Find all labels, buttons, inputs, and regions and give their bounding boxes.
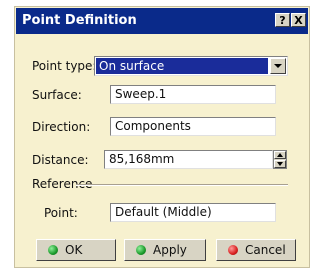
apply-button-label: Apply bbox=[153, 243, 187, 257]
surface-field[interactable]: Sweep.1 bbox=[110, 85, 276, 104]
reference-group-divider bbox=[76, 184, 288, 186]
dialog-title: Point Definition bbox=[22, 13, 137, 28]
surface-label: Surface: bbox=[32, 88, 82, 102]
cancel-button[interactable]: Cancel bbox=[216, 239, 296, 261]
apply-button[interactable]: Apply bbox=[124, 239, 206, 261]
reference-point-label: Point: bbox=[44, 206, 78, 220]
arrow-down-icon bbox=[277, 162, 283, 166]
point-type-value: On surface bbox=[96, 58, 268, 74]
cancel-button-label: Cancel bbox=[245, 243, 286, 257]
green-dot-icon bbox=[136, 245, 146, 255]
distance-label: Distance: bbox=[32, 153, 89, 167]
green-dot-icon bbox=[48, 245, 58, 255]
point-definition-dialog: Point Definition ? X bbox=[14, 6, 310, 268]
chevron-down-icon bbox=[274, 64, 282, 68]
direction-field[interactable]: Components bbox=[110, 117, 276, 136]
spin-up-button[interactable] bbox=[274, 151, 286, 159]
spin-down-button[interactable] bbox=[274, 160, 286, 168]
distance-field[interactable]: 85,168mm bbox=[104, 150, 273, 169]
reference-point-field[interactable]: Default (Middle) bbox=[110, 203, 276, 222]
point-type-dropdown[interactable]: On surface bbox=[94, 56, 288, 76]
title-bar[interactable]: Point Definition ? X bbox=[16, 8, 308, 34]
close-button[interactable]: X bbox=[291, 13, 306, 27]
point-type-label: Point type: bbox=[32, 59, 97, 73]
red-dot-icon bbox=[228, 245, 238, 255]
arrow-up-icon bbox=[277, 153, 283, 157]
ok-button-label: OK bbox=[65, 243, 83, 257]
distance-spinner[interactable] bbox=[273, 150, 287, 169]
help-button[interactable]: ? bbox=[275, 13, 290, 27]
dropdown-button[interactable] bbox=[270, 58, 286, 74]
direction-label: Direction: bbox=[32, 120, 91, 134]
ok-button[interactable]: OK bbox=[36, 239, 116, 261]
